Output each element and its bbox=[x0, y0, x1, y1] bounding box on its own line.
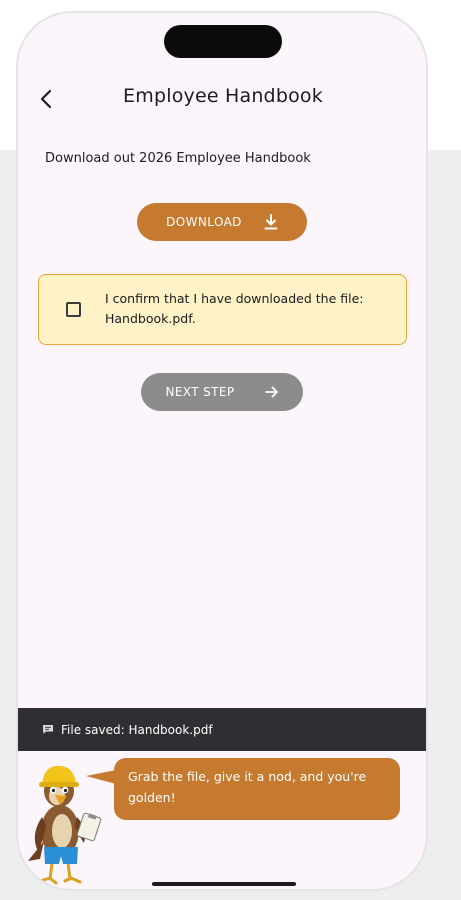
download-button[interactable]: DOWNLOAD bbox=[137, 203, 307, 241]
speech-bubble-tail bbox=[86, 770, 116, 784]
home-indicator bbox=[152, 882, 296, 886]
confirmation-card: I confirm that I have downloaded the fil… bbox=[38, 274, 407, 345]
chat-icon bbox=[42, 724, 54, 735]
arrow-forward-icon bbox=[264, 386, 278, 398]
dynamic-island bbox=[164, 25, 282, 58]
page-title: Employee Handbook bbox=[123, 85, 323, 107]
assistant-speech-bubble: Grab the file, give it a nod, and you're… bbox=[114, 758, 400, 820]
confirm-label: I confirm that I have downloaded the fil… bbox=[105, 291, 364, 326]
intro-text: Download out 2026 Employee Handbook bbox=[45, 151, 311, 166]
download-button-label: DOWNLOAD bbox=[166, 215, 242, 229]
snackbar: File saved: Handbook.pdf bbox=[18, 708, 426, 751]
next-step-label: NEXT STEP bbox=[165, 385, 235, 399]
next-step-button[interactable]: NEXT STEP bbox=[141, 373, 303, 411]
download-icon bbox=[264, 214, 278, 230]
snackbar-text: File saved: Handbook.pdf bbox=[61, 722, 213, 737]
confirm-checkbox[interactable] bbox=[66, 302, 81, 317]
phone-frame: Employee Handbook Download out 2026 Empl… bbox=[16, 11, 428, 891]
